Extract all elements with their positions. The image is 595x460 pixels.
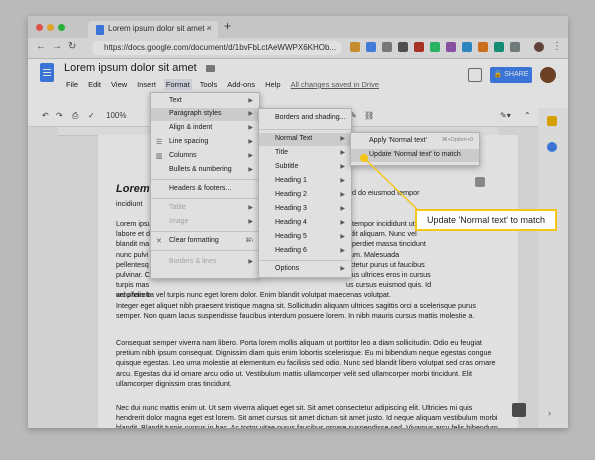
callout-pointer-dot [360, 154, 368, 162]
callout-label: Update 'Normal text' to match [415, 209, 557, 231]
